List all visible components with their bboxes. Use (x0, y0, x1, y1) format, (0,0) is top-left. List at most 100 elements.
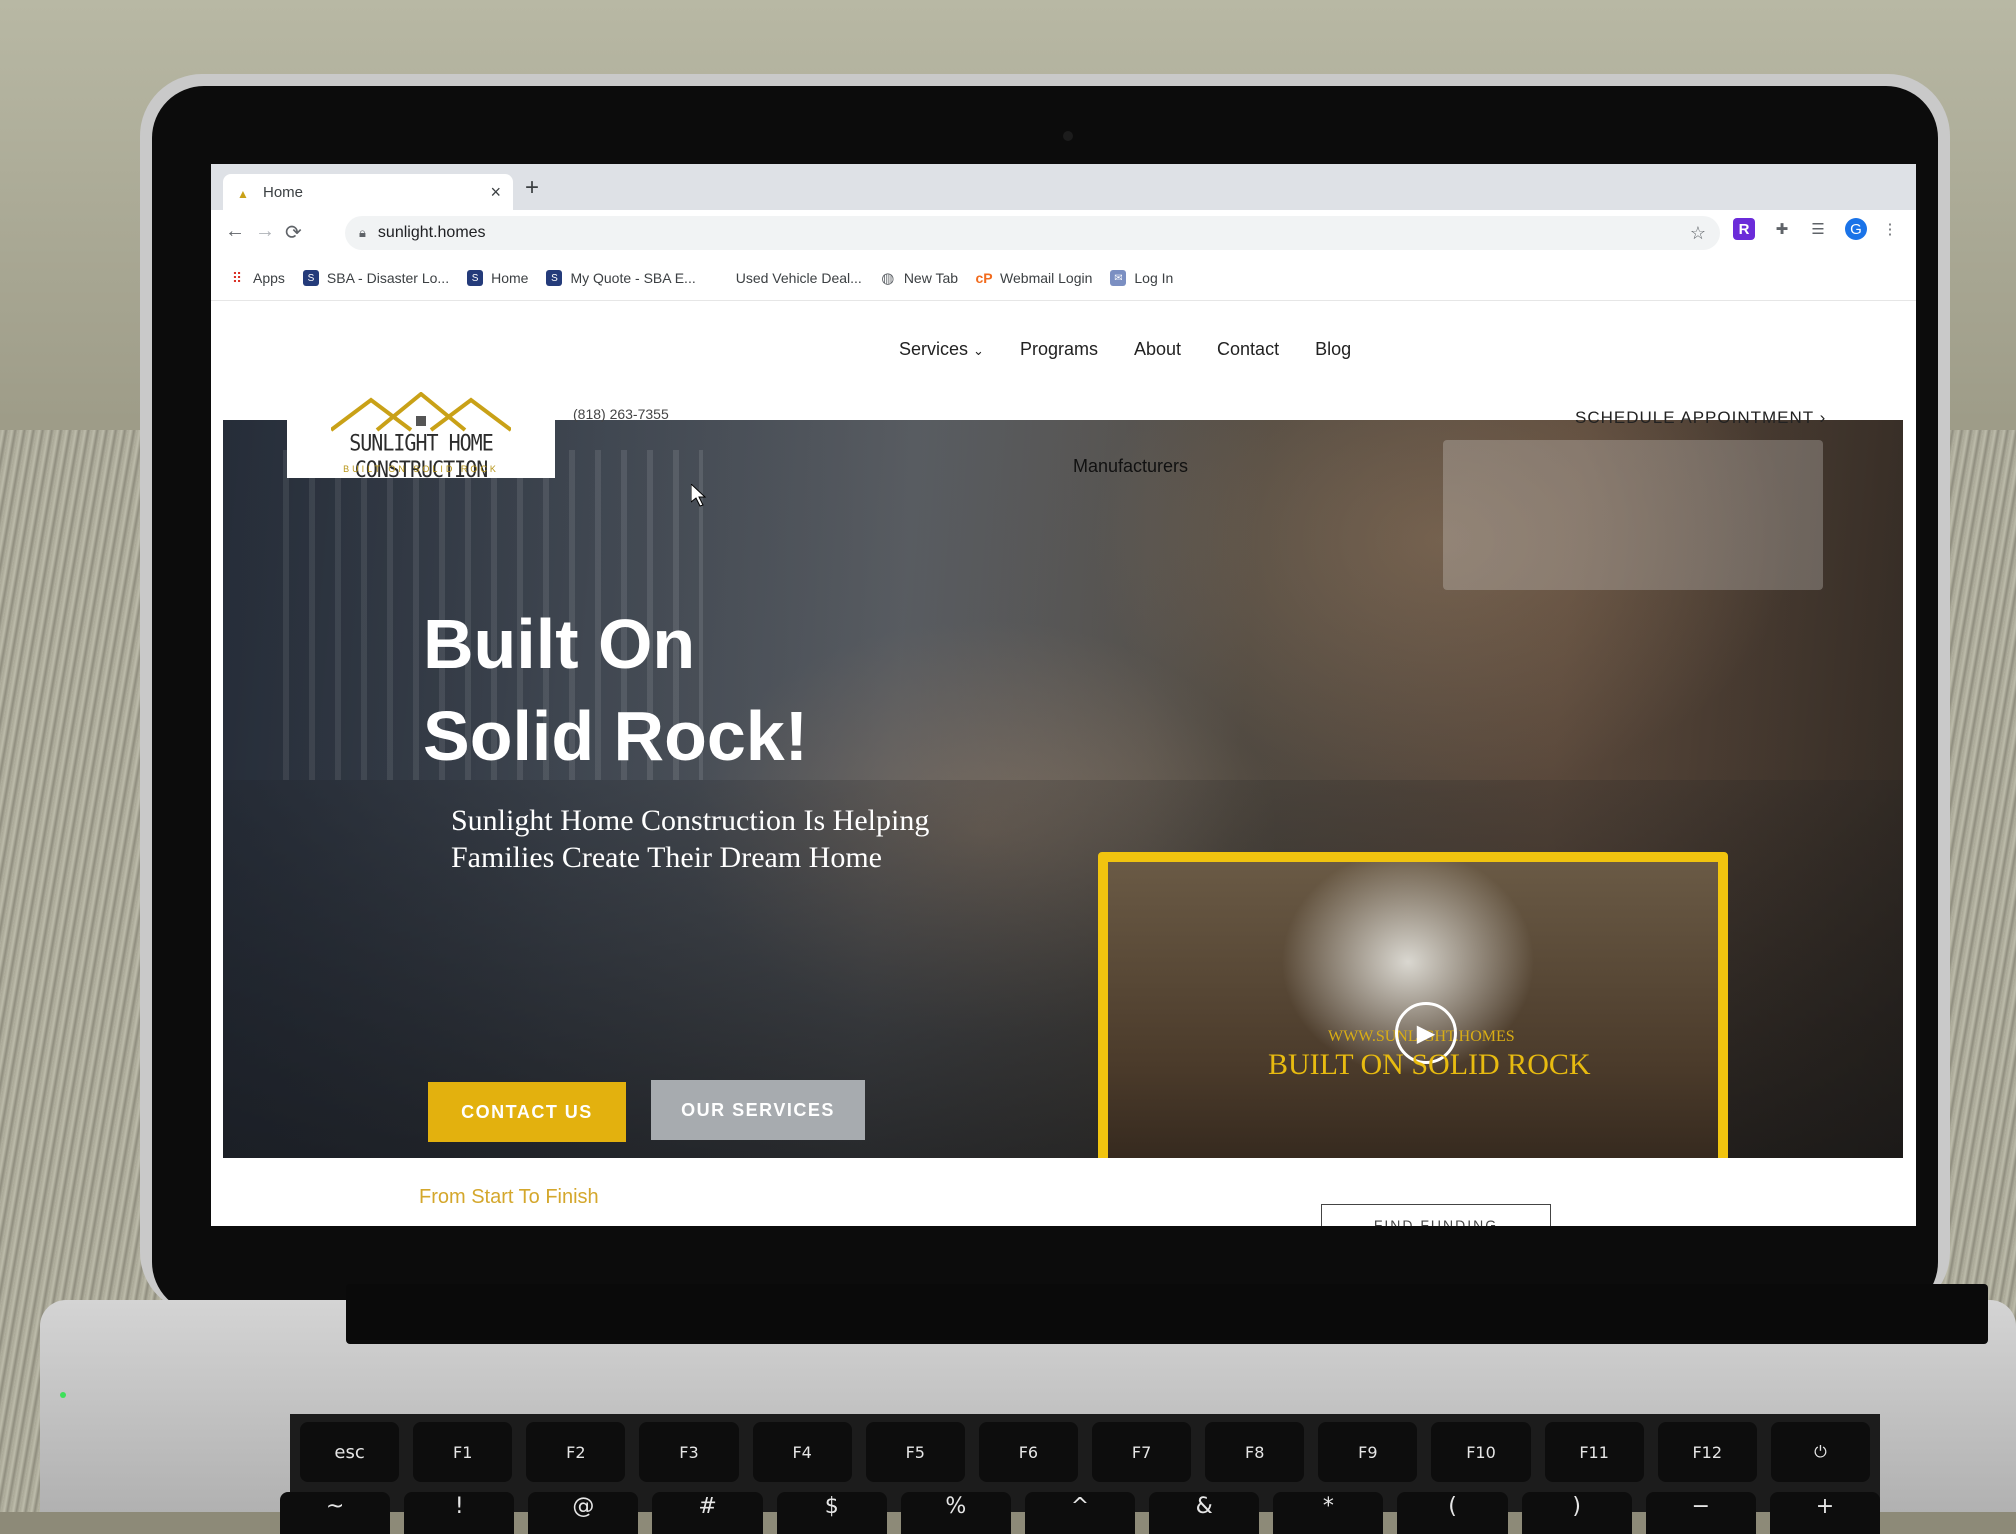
key-3: # (652, 1492, 763, 1534)
nav-label: Services (899, 339, 969, 359)
browser-tab[interactable]: ▲ Home × (223, 174, 513, 210)
promo-video[interactable]: WWW.SUNLIGHT.HOMES ▶ BUILT ON SOLID ROCK (1098, 852, 1728, 1158)
nav-contact[interactable]: Contact (1217, 339, 1279, 360)
tab-close-icon[interactable]: × (490, 182, 501, 203)
back-arrow-icon[interactable]: ← (225, 220, 245, 243)
key-f4: F4 (752, 1422, 852, 1482)
chrome-menu-icon[interactable]: ⋮ (1879, 218, 1901, 240)
bookmark-my-quote[interactable]: S My Quote - SBA E... (546, 270, 696, 286)
key-f2: F2 (526, 1422, 626, 1482)
globe-icon: ◍ (881, 270, 895, 287)
new-tab-button[interactable]: + (525, 174, 539, 202)
screen: ▲ Home × + ← → ⟳ 🔒︎ sunlight.homes ☆ R ✚… (211, 164, 1916, 1226)
bookmarks-bar: ⠿ Apps S SBA - Disaster Lo... S Home S M… (211, 256, 1916, 300)
bookmark-apps[interactable]: ⠿ Apps (229, 269, 285, 287)
schedule-label: SCHEDULE APPOINTMENT (1575, 408, 1814, 427)
sba-icon: S (302, 270, 319, 286)
hero-subheadline: Sunlight Home Construction Is Helping Fa… (451, 802, 929, 876)
logo-name: SUNLIGHT HOME CONSTRUCTION (349, 429, 494, 483)
section-eyebrow: From Start To Finish (419, 1186, 599, 1208)
bookmark-webmail[interactable]: cP Webmail Login (975, 270, 1093, 286)
contact-us-button[interactable]: CONTACT US (428, 1082, 626, 1142)
key-0: ) (1521, 1492, 1632, 1534)
main-nav: Services ⌄ Programs About Contact Blog (899, 339, 1351, 360)
key-esc: esc (300, 1422, 400, 1482)
function-key-row: esc F1 F2 F3 F4 F5 F6 F7 F8 F9 F10 F11 F… (300, 1422, 1870, 1482)
laptop-hinge (346, 1284, 1988, 1344)
cpanel-icon: cP (975, 270, 993, 286)
bookmark-new-tab[interactable]: ◍ New Tab (880, 270, 959, 287)
nav-manufacturers[interactable]: Manufacturers (1073, 456, 1188, 477)
power-key-icon: ⏻ (1770, 1422, 1870, 1482)
profile-avatar[interactable]: G (1845, 218, 1867, 240)
nav-services[interactable]: Services ⌄ (899, 339, 984, 360)
sba-icon: S (467, 270, 484, 286)
logo-tagline: BUILT ON SOLID ROCK (343, 464, 499, 474)
key-f1: F1 (413, 1422, 513, 1482)
nav-about[interactable]: About (1134, 339, 1181, 360)
chevron-right-icon: › (1819, 408, 1827, 427)
key-f6: F6 (978, 1422, 1078, 1482)
bookmark-sba-disaster[interactable]: S SBA - Disaster Lo... (302, 270, 450, 286)
subhead-line: Sunlight Home Construction Is Helping (451, 804, 930, 837)
hero-headline: Built On Solid Rock! (423, 598, 808, 782)
bookmark-label: Webmail Login (1000, 270, 1093, 286)
bookmark-label: My Quote - SBA E... (570, 270, 696, 286)
video-title-text: BUILT ON SOLID ROCK (1268, 1048, 1591, 1081)
browser-toolbar: ← → ⟳ 🔒︎ sunlight.homes ☆ R ✚ ☰ G ⋮ (211, 210, 1916, 256)
webcam (1063, 131, 1073, 141)
key-f12: F12 (1657, 1422, 1757, 1482)
key-minus: − (1645, 1492, 1756, 1534)
lock-icon: 🔒︎ (359, 225, 366, 240)
schedule-appointment-link[interactable]: SCHEDULE APPOINTMENT › (1575, 408, 1826, 428)
site-favicon-icon: ▲ (237, 187, 249, 201)
bookmark-label: SBA - Disaster Lo... (326, 270, 450, 286)
bookmark-star-icon[interactable]: ☆ (1690, 223, 1706, 244)
key-f7: F7 (1091, 1422, 1192, 1482)
key-9: ( (1397, 1492, 1508, 1534)
sba-icon: S (546, 270, 563, 286)
key-tilde: ~ (280, 1492, 391, 1534)
site-logo[interactable]: SUNLIGHT HOME CONSTRUCTION BUILT ON SOLI… (287, 390, 555, 482)
forward-arrow-icon[interactable]: → (255, 220, 275, 243)
bookmark-log-in[interactable]: ✉ Log In (1110, 270, 1173, 286)
nav-blog[interactable]: Blog (1315, 339, 1351, 360)
number-key-row: ~ ! @ # $ % ^ & * ( ) − + (280, 1492, 1881, 1534)
key-1: ! (404, 1492, 515, 1534)
bookmark-label: Home (491, 270, 529, 286)
subhead-line: Families Create Their Dream Home (451, 841, 882, 874)
headline-line: Solid Rock! (423, 697, 809, 775)
house-roof-icon (331, 392, 511, 432)
intro-section: From Start To Finish FIND FUNDING (229, 1158, 1905, 1226)
nav-programs[interactable]: Programs (1020, 339, 1098, 360)
chevron-down-icon: ⌄ (973, 343, 984, 358)
extension-icon[interactable]: R (1733, 218, 1755, 240)
apps-grid-icon: ⠿ (231, 269, 243, 286)
find-funding-button[interactable]: FIND FUNDING (1321, 1204, 1551, 1226)
key-f11: F11 (1544, 1422, 1644, 1482)
key-plus: + (1769, 1492, 1881, 1534)
bookmark-used-vehicle[interactable]: Used Vehicle Deal... (736, 270, 862, 286)
login-icon: ✉ (1110, 270, 1127, 286)
bookmark-label: Log In (1134, 270, 1174, 286)
key-f5: F5 (865, 1422, 965, 1482)
bookmark-label: Apps (253, 270, 285, 286)
address-bar[interactable]: 🔒︎ sunlight.homes ☆ (345, 216, 1720, 250)
key-f8: F8 (1205, 1422, 1305, 1482)
our-services-button[interactable]: OUR SERVICES (651, 1080, 865, 1140)
key-6: ^ (1024, 1492, 1136, 1534)
key-4: $ (776, 1492, 887, 1534)
headline-line: Built On (423, 605, 696, 683)
bookmark-label: New Tab (903, 270, 959, 286)
bookmark-home[interactable]: S Home (467, 270, 528, 286)
phone-number[interactable]: (818) 263-7355 (573, 406, 669, 422)
reload-icon[interactable]: ⟳ (285, 220, 302, 245)
tab-title: Home (263, 183, 304, 201)
hero-section: Built On Solid Rock! Sunlight Home Const… (223, 420, 1903, 1158)
key-7: & (1149, 1492, 1260, 1534)
key-f3: F3 (639, 1422, 739, 1482)
key-5: % (900, 1492, 1011, 1534)
media-queue-icon[interactable]: ☰ (1807, 218, 1829, 240)
url-text: sunlight.homes (377, 224, 486, 241)
extensions-puzzle-icon[interactable]: ✚ (1771, 218, 1793, 240)
